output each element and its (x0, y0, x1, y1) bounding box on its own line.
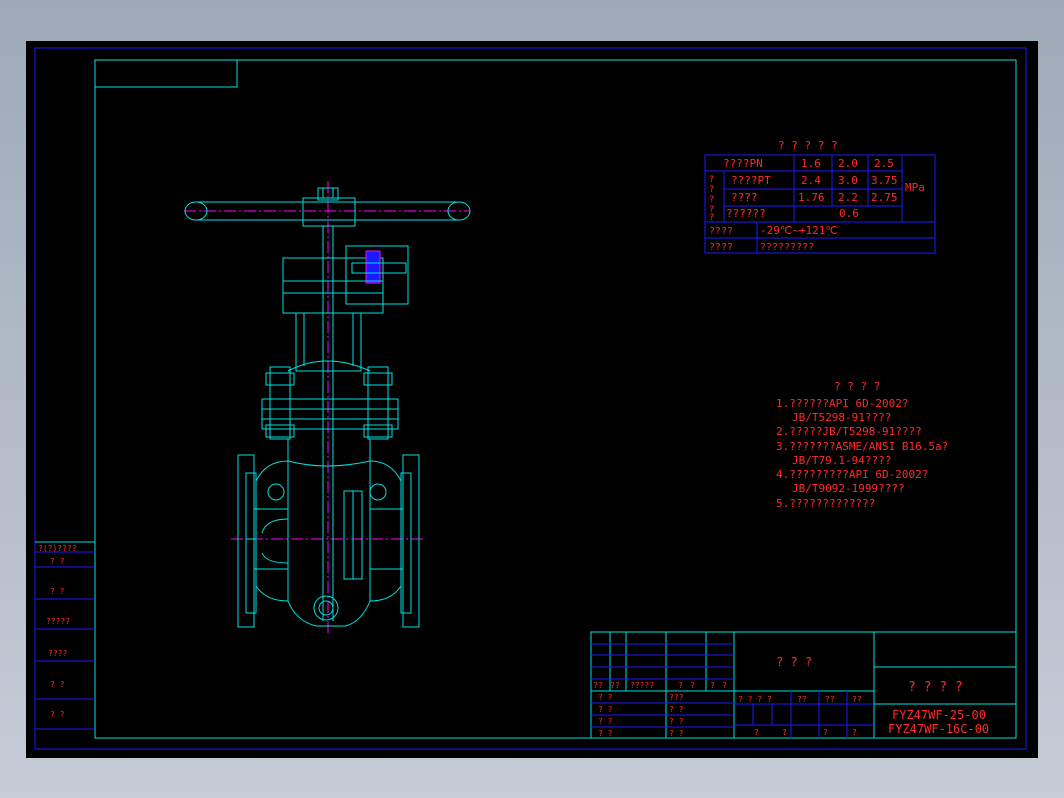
rev-cell: ? (722, 681, 727, 690)
part-name: ? ? ? ? (908, 680, 963, 695)
stage-cell: ? (782, 728, 787, 737)
param-label: ?????? (726, 207, 766, 220)
rev-cell: ?? (610, 681, 620, 690)
sign-label: ??? (669, 693, 684, 702)
left-strip: ?(?)???? ? ? ? ? ????? ???? ? ? ? ? (35, 541, 95, 730)
param-value: 2.5 (874, 157, 894, 170)
param-label: ????PN (723, 157, 763, 170)
parameter-table-title: ? ? ? ? ? (778, 139, 838, 152)
side-char: ? (709, 175, 714, 185)
medium-value: ????????? (760, 242, 814, 253)
title-block: ?? ?? ????? ? ? ? ? ? ? ??? ? ? ? ? ? ? … (590, 631, 1017, 739)
note-line: 5.????????????? (776, 497, 875, 510)
notes-title: ? ? ? ? (834, 380, 880, 393)
bonnet-flange (261, 360, 399, 467)
left-strip-header: ?(?)???? (38, 544, 77, 553)
left-strip-label: ????? (46, 617, 70, 626)
temp-value: -29℃~+121℃ (760, 224, 838, 237)
drawing-number: FYZ47WF-25-00 (892, 708, 986, 722)
rev-cell: ????? (630, 681, 654, 690)
sign-label: ? ? (669, 705, 684, 714)
param-value: 0.6 (839, 207, 859, 220)
param-value: 2.75 (871, 191, 898, 204)
parameter-table: ? ? ? ? ? ????PN 1.6 2.0 2.5 ????PT 2.4 … (704, 139, 936, 254)
material-label: ? ? ? (776, 655, 812, 669)
left-strip-label: ? ? (50, 587, 65, 596)
stage-header: ?? (852, 695, 862, 704)
note-line: 2.?????JB/T5298-91???? (776, 425, 922, 438)
rev-cell: ? (690, 681, 695, 690)
yoke (282, 245, 409, 372)
note-line: JB/T9092-1999???? (792, 482, 905, 495)
side-char: ? (709, 213, 714, 223)
gate-valve-drawing (184, 181, 471, 633)
code-box (94, 59, 238, 88)
sign-label: ? ? (598, 705, 613, 714)
drawing-canvas[interactable]: ?(?)???? ? ? ? ? ????? ???? ? ? ? ? ? ? … (26, 41, 1038, 758)
temp-label: ???? (709, 226, 733, 237)
param-value: 2.0 (838, 157, 858, 170)
medium-label: ???? (709, 242, 733, 253)
technical-notes: ? ? ? ? 1.??????API 6D-2002? JB/T5298-91… (776, 380, 948, 510)
param-value: 3.0 (838, 174, 858, 187)
note-line: 3.???????ASME/ANSI B16.5a? (776, 440, 948, 453)
stage-cell: ? (754, 728, 759, 737)
param-value: 2.4 (801, 174, 821, 187)
left-strip-label: ? ? (50, 557, 65, 566)
sign-label: ? ? (598, 717, 613, 726)
param-label: ???? (731, 191, 758, 204)
sign-label: ? ? (669, 729, 684, 738)
left-strip-label: ???? (48, 649, 67, 658)
side-char: ? (709, 195, 714, 205)
left-strip-label: ? ? (50, 680, 65, 689)
param-value: 2.2 (838, 191, 858, 204)
sign-label: ? ? (669, 717, 684, 726)
left-strip-label: ? ? (50, 710, 65, 719)
rev-cell: ? (710, 681, 715, 690)
rev-cell: ? (678, 681, 683, 690)
stage-header: ?? (797, 695, 807, 704)
param-value: 1.76 (798, 191, 825, 204)
note-line: JB/T5298-91???? (792, 411, 891, 424)
note-line: 4.?????????API 6D-2002? (776, 468, 928, 481)
side-char: ? (709, 185, 714, 195)
param-label: ????PT (731, 174, 771, 187)
param-value: 3.75 (871, 174, 898, 187)
param-value: 1.6 (801, 157, 821, 170)
note-line: 1.??????API 6D-2002? (776, 397, 908, 410)
note-line: JB/T79.1-94???? (792, 454, 891, 467)
stage-cell: ? (852, 728, 857, 737)
stage-header: ? ? ? ? (738, 695, 772, 704)
unit-label: MPa (905, 181, 925, 194)
stage-cell: ? (823, 728, 828, 737)
sign-label: ? ? (598, 693, 613, 702)
cad-drawing: ?(?)???? ? ? ? ? ????? ???? ? ? ? ? ? ? … (34, 47, 1027, 750)
rev-cell: ?? (593, 681, 603, 690)
stage-header: ?? (825, 695, 835, 704)
sign-label: ? ? (598, 729, 613, 738)
drawing-number: FYZ47WF-16C-00 (888, 722, 989, 736)
